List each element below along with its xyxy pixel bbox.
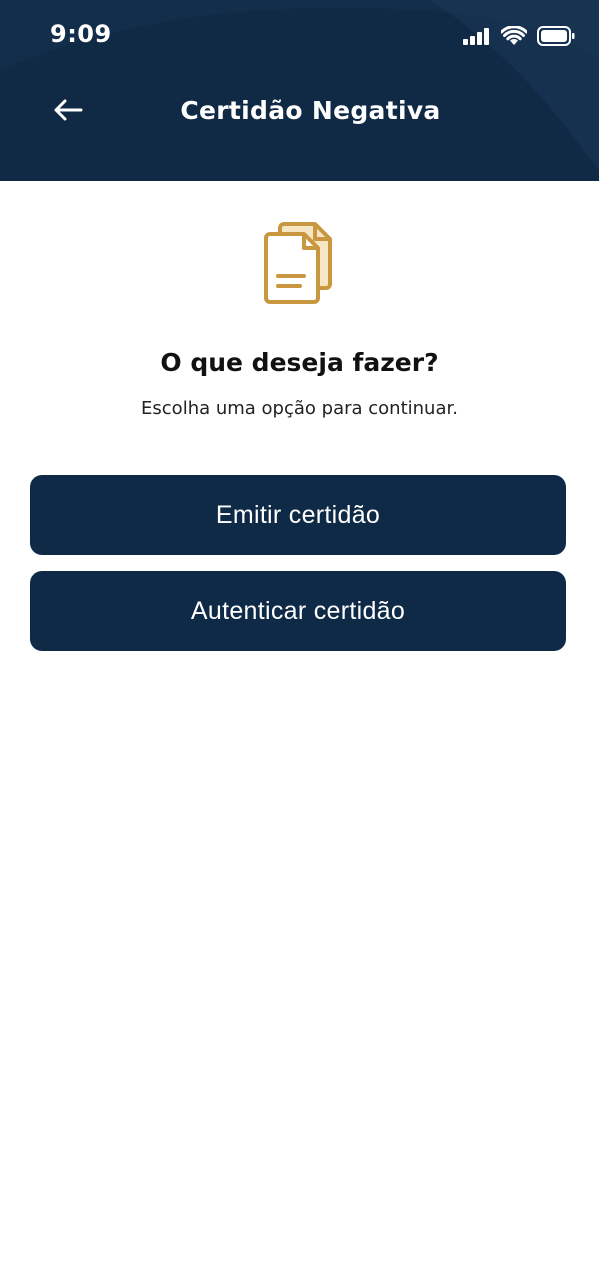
instruction-text: Escolha uma opção para continuar.: [141, 398, 458, 419]
question-heading: O que deseja fazer?: [160, 348, 439, 377]
wifi-icon: [500, 25, 528, 50]
emit-certificate-button[interactable]: Emitir certidão: [30, 475, 566, 555]
documents-icon: [260, 220, 336, 306]
screen: 9:09 Certidão Negativa O que deseja faze…: [0, 0, 599, 1269]
status-time: 9:09: [50, 20, 112, 48]
status-icons: [463, 25, 575, 50]
authenticate-certificate-button[interactable]: Autenticar certidão: [30, 571, 566, 651]
app-header: 9:09 Certidão Negativa: [0, 0, 599, 181]
signal-icon: [463, 27, 491, 49]
battery-icon: [537, 26, 575, 50]
page-title: Certidão Negativa: [180, 96, 441, 125]
